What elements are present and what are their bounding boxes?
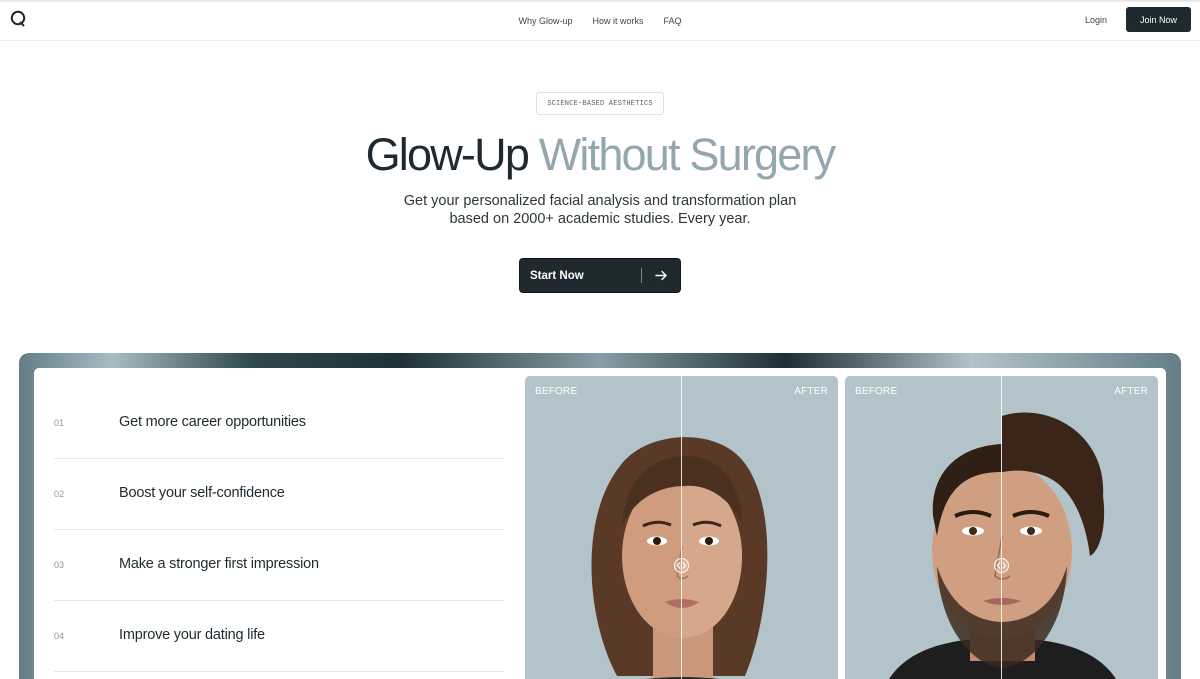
benefit-text: Boost your self-confidence	[119, 485, 285, 501]
before-label: BEFORE	[535, 386, 578, 397]
slider-handle-icon[interactable]	[674, 558, 689, 573]
brand-logo-icon[interactable]	[10, 10, 26, 27]
benefit-text: Get more career opportunities	[119, 414, 306, 430]
benefit-text: Improve your dating life	[119, 627, 265, 643]
start-now-button[interactable]: Start Now	[519, 258, 681, 293]
benefit-number: 01	[54, 418, 65, 428]
benefit-number: 02	[54, 489, 65, 499]
before-label: BEFORE	[855, 386, 898, 397]
subhead-line-1: Get your personalized facial analysis an…	[403, 193, 797, 209]
join-now-button[interactable]: Join Now	[1126, 7, 1191, 32]
arrow-right-icon	[655, 270, 667, 281]
slider-handle-icon[interactable]	[994, 558, 1009, 573]
split-line	[1001, 376, 1002, 679]
benefit-text: Make a stronger first impression	[119, 556, 319, 572]
feature-frame: 01 Get more career opportunities 02 Boos…	[19, 353, 1181, 679]
hero-subheadline: Get your personalized facial analysis an…	[0, 192, 1200, 228]
benefit-list: 01 Get more career opportunities 02 Boos…	[54, 388, 504, 672]
headline-light-part: Without Surgery	[538, 129, 836, 180]
hero-badge: SCIENCE-BASED AESTHETICS	[536, 92, 664, 115]
list-item: 04 Improve your dating life	[54, 601, 504, 672]
button-divider	[641, 268, 642, 283]
top-navbar: Why Glow-up How it works FAQ Login Join …	[0, 0, 1200, 41]
subhead-line-2: based on 2000+ academic studies. Every y…	[449, 211, 751, 227]
after-label: AFTER	[1114, 386, 1148, 397]
after-label: AFTER	[794, 386, 828, 397]
nav-link-faq[interactable]: FAQ	[664, 16, 682, 26]
nav-link-how-it-works[interactable]: How it works	[592, 16, 643, 26]
feature-panel: 01 Get more career opportunities 02 Boos…	[34, 368, 1166, 679]
login-link[interactable]: Login	[1085, 15, 1107, 25]
nav-link-why-glow-up[interactable]: Why Glow-up	[518, 16, 572, 26]
list-item: 02 Boost your self-confidence	[54, 459, 504, 530]
nav-links: Why Glow-up How it works FAQ	[0, 0, 1200, 41]
benefit-number: 03	[54, 560, 65, 570]
benefit-number: 04	[54, 631, 65, 641]
before-after-slider-woman[interactable]: BEFORE AFTER	[525, 376, 838, 679]
split-line	[681, 376, 682, 679]
list-item: 01 Get more career opportunities	[54, 388, 504, 459]
before-after-slider-man[interactable]: BEFORE AFTER	[845, 376, 1158, 679]
hero-headline: Glow-Up Without Surgery	[0, 127, 1200, 183]
start-now-label: Start Now	[530, 269, 584, 282]
headline-dark-part: Glow-Up	[365, 129, 530, 180]
list-item: 03 Make a stronger first impression	[54, 530, 504, 601]
